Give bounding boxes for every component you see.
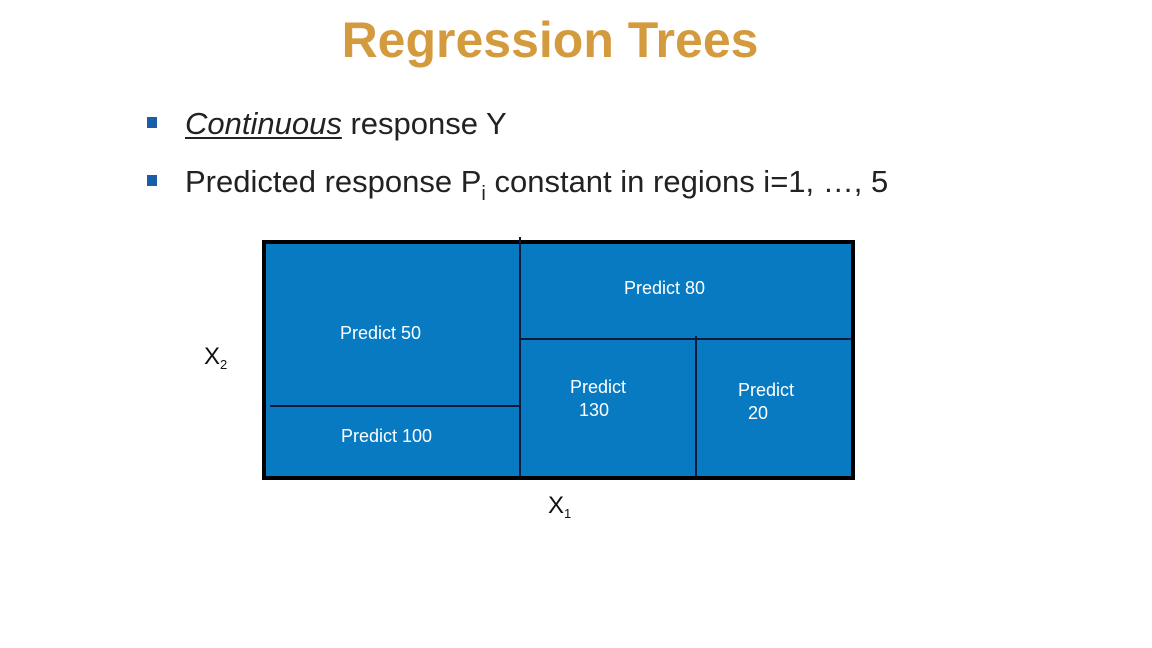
region-value: Predict 100: [341, 426, 433, 446]
region-label-top-left: Predict 50: [340, 322, 421, 345]
split-line-x1-main: [519, 237, 521, 476]
y-axis-label: X2: [204, 343, 227, 379]
axis-subscript: 2: [220, 357, 228, 372]
bullet-text-post: constant in regions i=1, …, 5: [485, 164, 889, 199]
region-label-bottom-left: Predict 100: [341, 425, 432, 448]
axis-base: X: [548, 492, 565, 519]
x-axis-label: X1: [548, 492, 571, 528]
region-value-line1: Predict: [570, 377, 627, 397]
split-line-x1-lower-right: [695, 336, 697, 476]
axis-subscript: 1: [564, 506, 572, 521]
bullet-continuous-response: Continuous response Y: [147, 104, 507, 144]
region-value-line2: 130: [579, 400, 610, 420]
bullet-text-pre: Predicted response P: [185, 164, 482, 199]
region-value-line1: Predict: [738, 380, 795, 400]
split-line-x2-right: [520, 338, 851, 340]
bullet-emphasis: Continuous: [185, 106, 342, 141]
bullet-square-icon: [147, 175, 157, 187]
axis-base: X: [204, 343, 221, 370]
region-label-bottom-middle: Predict 130: [570, 376, 626, 422]
region-value-line2: 20: [748, 403, 769, 423]
slide-title: Regression Trees: [341, 12, 759, 68]
bullet-predicted-response: Predicted response Pi constant in region…: [147, 162, 888, 214]
region-label-bottom-right: Predict 20: [738, 379, 794, 425]
bullet-text: response Y: [341, 106, 507, 141]
region-label-top-right: Predict 80: [624, 277, 705, 300]
region-value: Predict 50: [340, 323, 422, 343]
split-line-x2-left: [270, 405, 520, 407]
region-value: Predict 80: [624, 278, 706, 298]
bullet-square-icon: [147, 117, 157, 129]
